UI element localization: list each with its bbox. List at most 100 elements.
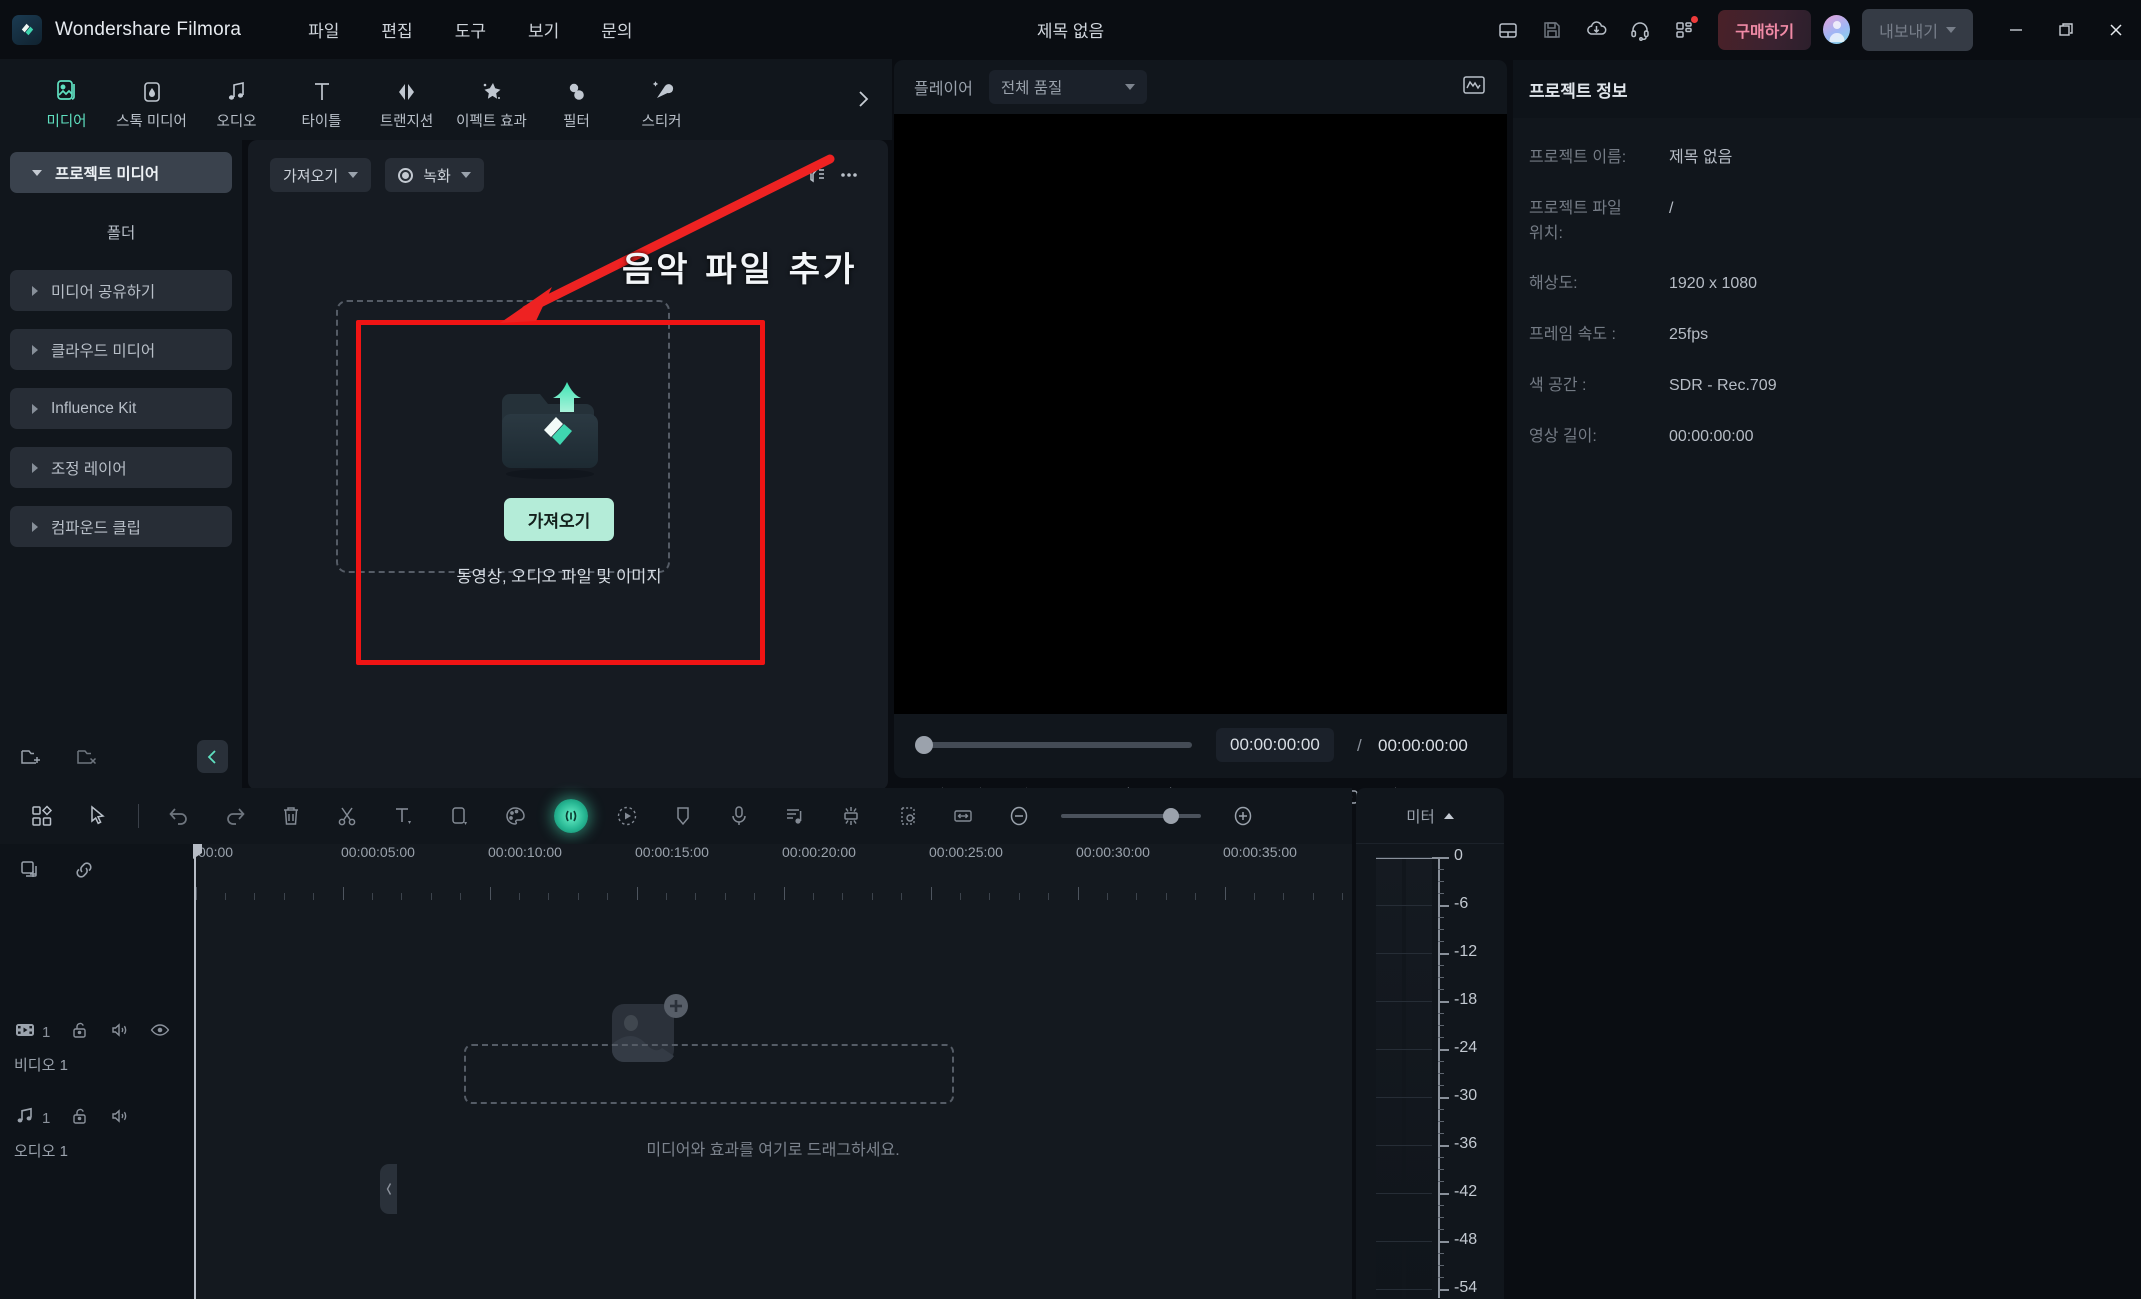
keyframe-icon[interactable] xyxy=(655,792,711,840)
audio-meter-panel: 미터 0 -6 -12 -18 -24 -30 -36 -42 -48 -54 xyxy=(1356,788,1504,1299)
undo-icon[interactable] xyxy=(151,792,207,840)
menu-contact[interactable]: 문의 xyxy=(580,11,653,48)
zoom-slider-handle[interactable] xyxy=(1163,808,1179,824)
apps-grid-icon[interactable] xyxy=(14,792,70,840)
redo-icon[interactable] xyxy=(207,792,263,840)
crop-tool-icon[interactable] xyxy=(431,792,487,840)
cloud-upload-icon[interactable] xyxy=(1574,8,1618,52)
tab-effects[interactable]: 이펙트 효과 xyxy=(449,69,534,131)
tab-title[interactable]: 타이틀 xyxy=(279,69,364,131)
menu-edit[interactable]: 편집 xyxy=(360,11,433,48)
chevron-down-icon xyxy=(1946,26,1956,33)
video-preview-canvas[interactable] xyxy=(894,114,1507,714)
info-value: SDR - Rec.709 xyxy=(1669,376,1777,394)
track-controls: 1 xyxy=(14,1020,194,1045)
info-value: 1920 x 1080 xyxy=(1669,275,1758,293)
import-dropdown-button[interactable]: 가져오기 xyxy=(270,158,372,192)
sidebar-item-influence-kit[interactable]: Influence Kit xyxy=(10,388,232,429)
timeline-toolbar xyxy=(0,788,1352,844)
seek-handle[interactable] xyxy=(915,736,933,754)
sidebar-item-share-media[interactable]: 미디어 공유하기 xyxy=(10,270,232,311)
maximize-button[interactable] xyxy=(2041,0,2091,59)
timeline-zoom-slider[interactable] xyxy=(1061,808,1201,824)
timeline-expand-handle[interactable] xyxy=(380,1164,397,1214)
meter-header[interactable]: 미터 xyxy=(1356,788,1504,844)
text-tool-icon[interactable] xyxy=(375,792,431,840)
apps-grid-icon[interactable] xyxy=(1662,8,1706,52)
sidebar-collapse-button[interactable] xyxy=(197,740,228,773)
info-row: 해상도: 1920 x 1080 xyxy=(1529,272,2125,297)
mute-icon[interactable] xyxy=(110,1020,130,1045)
info-key: 색 공간 : xyxy=(1529,376,1587,394)
tabs-next-icon[interactable] xyxy=(850,85,876,113)
split-scissors-icon[interactable] xyxy=(319,792,375,840)
sidebar-item-folder[interactable]: 폴더 xyxy=(10,211,232,252)
zoom-out-icon[interactable] xyxy=(991,792,1047,840)
caret-up-icon[interactable] xyxy=(1443,812,1454,819)
menu-file[interactable]: 파일 xyxy=(287,11,360,48)
auto-highlight-icon[interactable] xyxy=(599,792,655,840)
tab-stock-media[interactable]: 스톡 미디어 xyxy=(109,69,194,131)
timeline-dropzone[interactable] xyxy=(464,1044,954,1104)
user-avatar[interactable] xyxy=(1823,15,1851,44)
tab-transition[interactable]: 트랜지션 xyxy=(364,69,449,131)
layout-icon[interactable] xyxy=(1486,8,1530,52)
filter-sort-icon[interactable] xyxy=(798,158,832,192)
save-icon[interactable] xyxy=(1530,8,1574,52)
tab-sticker[interactable]: 스티커 xyxy=(619,69,704,131)
timeline-playhead[interactable] xyxy=(193,844,202,1299)
sidebar-item-compound-clip[interactable]: 컴파운드 클립 xyxy=(10,506,232,547)
audio-mix-icon[interactable] xyxy=(767,792,823,840)
ai-glow-button[interactable] xyxy=(554,799,588,833)
tab-filter[interactable]: 필터 xyxy=(534,69,619,131)
quality-select[interactable]: 전체 품질 xyxy=(988,70,1147,104)
menu-view[interactable]: 보기 xyxy=(507,11,580,48)
more-dots-icon[interactable] xyxy=(832,158,866,192)
player-header: 플레이어 전체 품질 xyxy=(894,60,1507,114)
tab-media[interactable]: 미디어 xyxy=(24,69,109,131)
link-clips-icon[interactable] xyxy=(72,858,96,887)
total-timecode: 00:00:00:00 xyxy=(1378,736,1468,755)
delete-trash-icon[interactable] xyxy=(263,792,319,840)
dropzone-import-button[interactable]: 가져오기 xyxy=(503,498,615,541)
timeline-canvas[interactable]: 00:00 00:00:05:00 00:00:10:00 00:00:15:0… xyxy=(193,844,1352,1299)
new-folder-icon[interactable] xyxy=(20,746,44,773)
select-tool-icon[interactable] xyxy=(70,792,126,840)
buy-button[interactable]: 구매하기 xyxy=(1718,9,1812,50)
menu-tools[interactable]: 도구 xyxy=(434,11,507,48)
sidebar-item-cloud-media[interactable]: 클라우드 미디어 xyxy=(10,329,232,370)
unlock-icon[interactable] xyxy=(70,1106,90,1131)
headset-support-icon[interactable] xyxy=(1618,8,1662,52)
add-track-icon[interactable] xyxy=(18,858,42,887)
track-header-audio-1[interactable]: 1 오디오 1 xyxy=(14,1106,194,1161)
minimize-button[interactable] xyxy=(1991,0,2041,59)
speed-ramp-icon[interactable] xyxy=(879,792,935,840)
sidebar-item-project-media[interactable]: 프로젝트 미디어 xyxy=(10,152,232,193)
record-dropdown-button[interactable]: 녹화 xyxy=(385,158,484,192)
color-palette-icon[interactable] xyxy=(487,792,543,840)
record-mic-icon[interactable] xyxy=(711,792,767,840)
track-header-tools xyxy=(0,844,194,900)
waveform-scope-icon[interactable] xyxy=(1461,73,1487,102)
timeline-ruler[interactable]: 00:00 00:00:05:00 00:00:10:00 00:00:15:0… xyxy=(194,844,1352,900)
tab-audio[interactable]: 오디오 xyxy=(194,69,279,131)
export-button[interactable]: 내보내기 xyxy=(1862,8,1973,51)
fit-timeline-icon[interactable] xyxy=(935,792,991,840)
chevron-down-icon xyxy=(460,172,471,178)
visibility-eye-icon[interactable] xyxy=(150,1020,170,1045)
player-seekbar[interactable] xyxy=(915,736,1192,754)
sidebar-item-adjustment-layer[interactable]: 조정 레이어 xyxy=(10,447,232,488)
delete-folder-icon[interactable] xyxy=(76,746,100,773)
timeline-track-headers: 1 비디오 1 1 오디오 1 xyxy=(0,844,194,1299)
ai-assist-icon[interactable] xyxy=(543,792,599,840)
zoom-in-icon[interactable] xyxy=(1215,792,1271,840)
meter-label: -36 xyxy=(1454,1135,1478,1152)
green-screen-icon[interactable] xyxy=(823,792,879,840)
media-dropzone[interactable]: 가져오기 동영상, 오디오 파일 및 이미지 xyxy=(336,300,670,586)
mute-icon[interactable] xyxy=(110,1106,130,1131)
unlock-icon[interactable] xyxy=(70,1020,90,1045)
track-header-video-1[interactable]: 1 비디오 1 xyxy=(14,1020,194,1075)
filmora-app-window: Wondershare Filmora 파일 편집 도구 보기 문의 제목 없음 xyxy=(0,0,2141,1299)
current-timecode[interactable]: 00:00:00:00 xyxy=(1216,728,1334,762)
close-button[interactable] xyxy=(2091,0,2141,59)
